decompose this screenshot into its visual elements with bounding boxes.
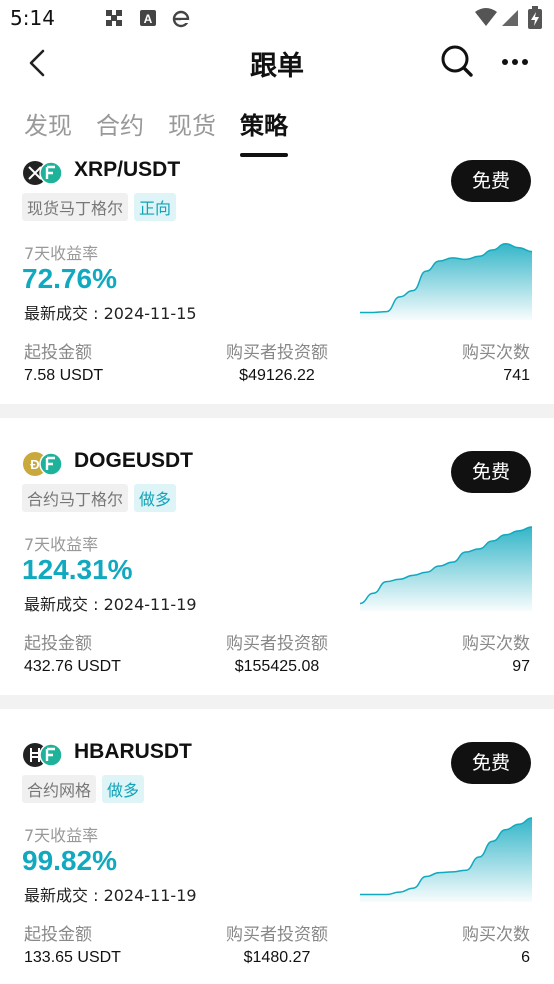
tab-strategy[interactable]: 策略 [240,106,288,141]
last-trade-date: 最新成交 : 2024-11-19 [24,886,197,905]
purchase-count-value: 741 [503,367,530,384]
buyer-invest-label: 购买者投资额 [226,925,328,945]
min-invest-label: 起投金额 [24,343,92,363]
pair-name: XRP/USDT [74,158,181,181]
direction-tag: 做多 [102,775,145,803]
purchase-count-value: 6 [521,949,530,966]
free-button[interactable]: 免费 [451,160,531,202]
last-trade-date: 最新成交 : 2024-11-15 [24,304,197,323]
return-value: 99.82% [22,845,117,876]
svg-text:Ð: Ð [30,457,39,472]
sparkline-area [360,818,532,902]
doge-coin-icon: Ð [22,451,64,477]
return-value: 124.31% [22,554,133,585]
font-icon: A [138,8,158,28]
browser-e-icon [171,8,191,28]
min-invest-value: 432.76 USDT [24,658,121,675]
buyer-invest-value: $155425.08 [234,658,320,675]
sparkline-chart [360,817,532,902]
min-invest-value: 133.65 USDT [24,949,121,966]
buyer-invest-label: 购买者投资额 [226,634,328,654]
tag-row: 合约马丁格尔 做多 [22,484,177,512]
return-value: 72.76% [22,263,117,294]
tab-bar: 发现 合约 现货 策略 [0,100,554,160]
active-tab-indicator [240,153,288,157]
more-dots-icon[interactable] [498,48,532,76]
purchase-count-label: 购买次数 [462,343,530,363]
hbar-coin-icon [22,742,64,768]
pair-name: DOGEUSDT [74,449,194,472]
direction-tag: 正向 [134,193,177,221]
purchase-count-label: 购买次数 [462,925,530,945]
status-time: 5:14 [10,6,55,30]
sparkline-area [360,527,532,611]
tag-row: 合约网格 做多 [22,775,145,803]
tag-row: 现货马丁格尔 正向 [22,193,177,221]
tab-discover[interactable]: 发现 [24,106,72,141]
sparkline-chart [360,243,532,320]
direction-tag: 做多 [134,484,177,512]
strategy-tag: 合约马丁格尔 [22,484,129,512]
sparkline-chart [360,526,532,611]
grid-icon [104,8,124,28]
search-icon[interactable] [438,42,476,80]
strategy-tag: 现货马丁格尔 [22,193,129,221]
xrp-coin-icon [22,160,64,186]
battery-charging-icon [527,6,543,34]
top-app-bar: 跟单 [0,36,554,88]
free-button[interactable]: 免费 [451,742,531,784]
pair-name: HBARUSDT [74,740,192,763]
free-button[interactable]: 免费 [451,451,531,493]
tab-futures[interactable]: 合约 [96,106,144,141]
min-invest-value: 7.58 USDT [24,367,104,384]
tab-spot[interactable]: 现货 [168,106,216,141]
strategy-tag: 合约网格 [22,775,97,803]
sparkline-area [360,243,532,320]
signal-icon [500,6,520,32]
buyer-invest-value: $1480.27 [243,949,311,966]
min-invest-label: 起投金额 [24,925,92,945]
strategy-card[interactable]: XRP/USDT 现货马丁格尔 正向 免费 7天收益率 72.76% 最新成交 … [0,158,554,405]
return-label: 7天收益率 [24,244,99,263]
wifi-icon [474,6,498,32]
purchase-count-label: 购买次数 [462,634,530,654]
min-invest-label: 起投金额 [24,634,92,654]
buyer-invest-label: 购买者投资额 [226,343,328,363]
card-divider [0,404,554,418]
svg-text:A: A [144,12,153,26]
card-divider [0,695,554,709]
strategy-card[interactable]: HBARUSDT 合约网格 做多 免费 7天收益率 99.82% 最新成交 : … [0,740,554,984]
buyer-invest-value: $49126.22 [239,367,315,384]
strategy-card[interactable]: Ð DOGEUSDT 合约马丁格尔 做多 免费 7天收益率 124.31% 最新… [0,449,554,696]
last-trade-date: 最新成交 : 2024-11-19 [24,595,197,614]
return-label: 7天收益率 [24,826,99,845]
purchase-count-value: 97 [512,658,530,675]
return-label: 7天收益率 [24,535,99,554]
status-bar: 5:14 A [0,0,554,36]
